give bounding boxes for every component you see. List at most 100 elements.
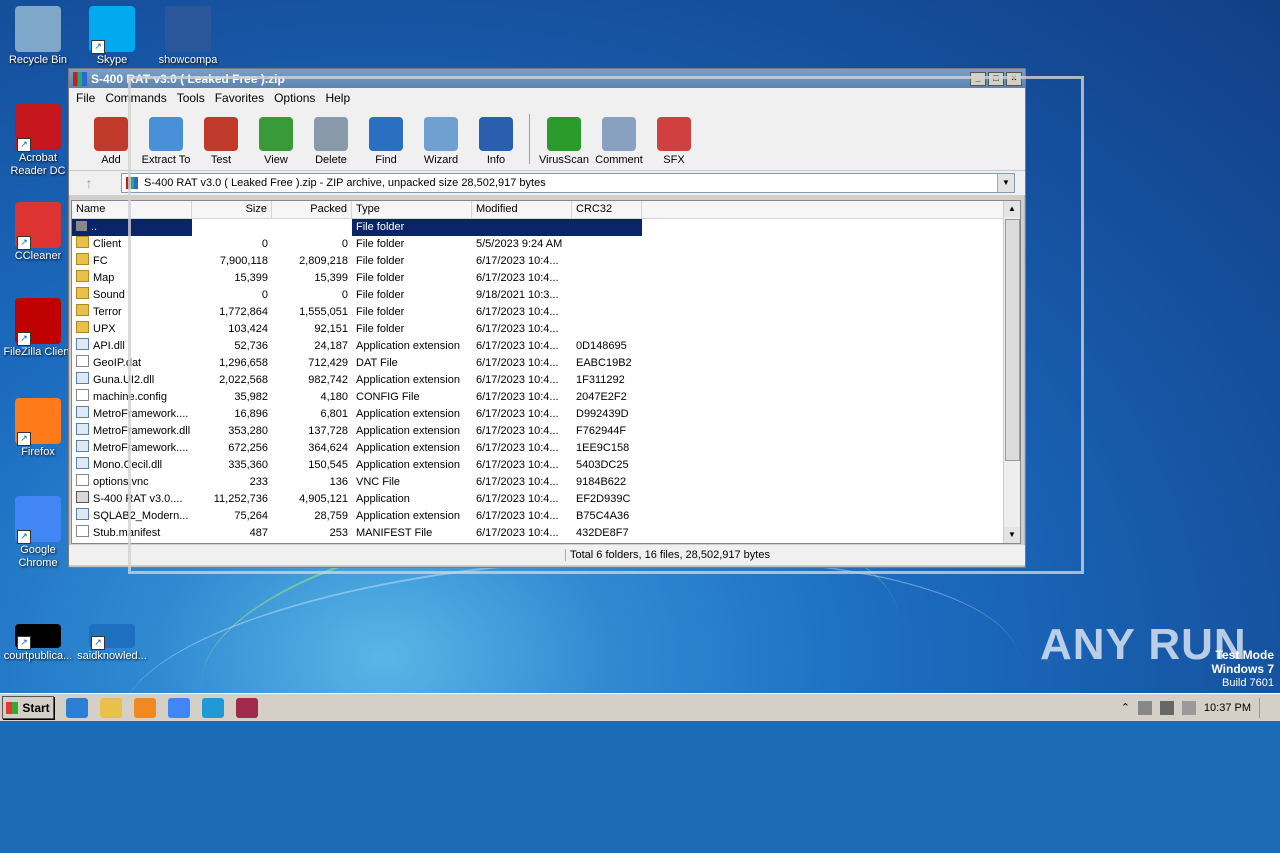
desktop-shortcut[interactable]: ↗ Acrobat Reader DC — [0, 104, 76, 178]
shortcut-arrow-icon: ↗ — [17, 138, 31, 152]
vertical-scrollbar[interactable]: ▲ ▼ — [1003, 201, 1020, 543]
toolbar-button[interactable]: SFX — [646, 117, 702, 170]
cell-crc: 2047E2F2 — [576, 391, 627, 403]
desktop-shortcut[interactable]: Recycle Bin — [0, 6, 76, 67]
ie-icon[interactable] — [66, 697, 88, 718]
cell-size: 233 — [249, 476, 268, 488]
up-arrow-icon[interactable]: ↑ — [75, 173, 103, 193]
desktop-shortcut[interactable]: ↗ saidknowled... — [74, 612, 150, 663]
column-header[interactable]: CRC32 — [572, 201, 642, 218]
minimize-button[interactable]: _ — [970, 71, 986, 86]
scroll-up-icon[interactable]: ▲ — [1004, 201, 1020, 217]
test-mode-line: Test Mode — [1215, 648, 1274, 662]
toolbar-button[interactable]: Add — [83, 117, 139, 170]
toolbar-button[interactable]: Test — [193, 117, 249, 170]
table-row[interactable]: Terror 1,772,864 1,555,051 File folder 6/17/… — [72, 304, 1020, 321]
table-row[interactable]: GeoIP.dat 1,296,658 712,429 DAT File 6/17/20… — [72, 355, 1020, 372]
desktop-shortcut[interactable]: ↗ FileZilla Client — [0, 298, 76, 359]
tray-expand-icon[interactable]: ⌃ — [1121, 701, 1130, 714]
table-row[interactable]: .. File folder — [72, 219, 1020, 236]
cell-crc: 1F311292 — [576, 374, 625, 386]
desktop-shortcut[interactable]: ↗ courtpublica... — [0, 612, 76, 663]
table-row[interactable]: UPX 103,424 92,151 File folder 6/17/2023 10:… — [72, 321, 1020, 338]
toolbar-button[interactable]: Wizard — [413, 117, 469, 170]
column-header[interactable]: Type — [352, 201, 472, 218]
menu-item[interactable]: Options — [269, 91, 320, 105]
table-row[interactable]: Sound 0 0 File folder 9/18/2021 10:3... — [72, 287, 1020, 304]
window-titlebar[interactable]: S-400 RAT v3.0 ( Leaked Free ).zip _ □ × — [69, 69, 1025, 88]
maximize-button[interactable]: □ — [988, 71, 1004, 86]
cell-packed: 137,728 — [308, 425, 348, 437]
table-row[interactable]: options.vnc 233 136 VNC File 6/17/2023 10:4.… — [72, 474, 1020, 491]
desktop-shortcut-label: CCleaner — [14, 250, 62, 262]
chrome-icon[interactable] — [168, 697, 190, 718]
table-row[interactable]: S-400 RAT v3.0.... 11,252,736 4,905,121 App… — [72, 491, 1020, 508]
cell-packed: 982,742 — [308, 374, 348, 386]
menu-item[interactable]: Commands — [100, 91, 171, 105]
table-row[interactable]: FC 7,900,118 2,809,218 File folder 6/17/2023… — [72, 253, 1020, 270]
table-row[interactable]: machine.config 35,982 4,180 CONFIG File 6/17… — [72, 389, 1020, 406]
column-header[interactable]: Modified — [472, 201, 572, 218]
table-row[interactable]: Client 0 0 File folder 5/5/2023 9:24 AM — [72, 236, 1020, 253]
cell-type: Application extension — [356, 510, 460, 522]
table-row[interactable]: Stub.manifest 487 253 MANIFEST File 6/17/202… — [72, 525, 1020, 542]
toolbar-button[interactable]: Comment — [591, 117, 647, 170]
menu-item[interactable]: Help — [320, 91, 355, 105]
toolbar-button[interactable]: Delete — [303, 117, 359, 170]
winrar-icon[interactable] — [236, 697, 258, 718]
file-icon — [76, 474, 89, 486]
desktop-shortcut[interactable]: ↗ CCleaner — [0, 202, 76, 263]
toolbar-button[interactable]: Extract To — [138, 117, 194, 170]
edge-icon[interactable] — [202, 697, 224, 718]
address-field[interactable]: S-400 RAT v3.0 ( Leaked Free ).zip - ZIP… — [121, 173, 1015, 193]
toolbar-button[interactable]: VirusScan — [536, 117, 592, 170]
desktop-shortcut[interactable]: showcompa — [150, 6, 226, 67]
cell-packed: 253 — [329, 527, 348, 539]
table-row[interactable]: MetroFramework.dll 353,280 137,728 Applicat… — [72, 423, 1020, 440]
desktop-shortcut[interactable]: ↗ Firefox — [0, 398, 76, 459]
menu-item[interactable]: File — [71, 91, 100, 105]
close-button[interactable]: × — [1006, 71, 1022, 86]
clock[interactable]: 10:37 PM — [1204, 702, 1251, 714]
network-icon[interactable] — [1159, 700, 1174, 715]
table-row[interactable]: Guna.UI2.dll 2,022,568 982,742 Application … — [72, 372, 1020, 389]
start-button[interactable]: Start — [2, 696, 54, 719]
file-name-cell: MetroFramework.... — [72, 440, 192, 457]
cell-type: File folder — [356, 272, 405, 284]
table-row[interactable]: Map 15,399 15,399 File folder 6/17/2023 10:4… — [72, 270, 1020, 287]
toolbar-button[interactable]: Find — [358, 117, 414, 170]
volume-icon[interactable] — [1137, 700, 1152, 715]
toolbar-button-label: VirusScan — [539, 154, 589, 166]
cell-modified: 5/5/2023 9:24 AM — [476, 238, 563, 250]
menu-item[interactable]: Tools — [172, 91, 210, 105]
virus-scan-icon — [547, 117, 581, 151]
cell-crc: EABC19B2 — [576, 357, 632, 369]
chevron-down-icon[interactable]: ▼ — [997, 174, 1014, 192]
column-header[interactable]: Name — [72, 201, 192, 218]
scroll-down-icon[interactable]: ▼ — [1004, 527, 1020, 543]
file-name-cell: Sound — [72, 287, 192, 304]
word-doc-icon — [165, 6, 211, 52]
table-row[interactable]: SQLAB2_Modern... 75,264 28,759 Application … — [72, 508, 1020, 525]
scroll-thumb[interactable] — [1005, 219, 1020, 461]
show-desktop-button[interactable] — [1259, 697, 1268, 718]
table-row[interactable]: Mono.Cecil.dll 335,360 150,545 Application … — [72, 457, 1020, 474]
file-name-cell: S-400 RAT v3.0.... — [72, 491, 192, 508]
flag-icon[interactable] — [1181, 700, 1196, 715]
menu-item[interactable]: Favorites — [210, 91, 269, 105]
media-player-icon[interactable] — [134, 697, 156, 718]
column-header[interactable]: Packed — [272, 201, 352, 218]
desktop-shortcut[interactable]: ↗ Skype — [74, 6, 150, 67]
file-name: MetroFramework.dll — [93, 425, 191, 437]
column-header[interactable]: Size — [192, 201, 272, 218]
table-row[interactable]: API.dll 52,736 24,187 Application extension… — [72, 338, 1020, 355]
desktop-shortcut[interactable]: ↗ Google Chrome — [0, 496, 76, 570]
cell-modified: 6/17/2023 10:4... — [476, 408, 559, 420]
toolbar-button[interactable]: View — [248, 117, 304, 170]
table-row[interactable]: MetroFramework.... 16,896 6,801 Application… — [72, 406, 1020, 423]
comment-icon — [602, 117, 636, 151]
toolbar-button[interactable]: Info — [468, 117, 524, 170]
file-name-cell: FC — [72, 253, 192, 270]
table-row[interactable]: MetroFramework.... 672,256 364,624 Applicat… — [72, 440, 1020, 457]
explorer-icon[interactable] — [100, 697, 122, 718]
